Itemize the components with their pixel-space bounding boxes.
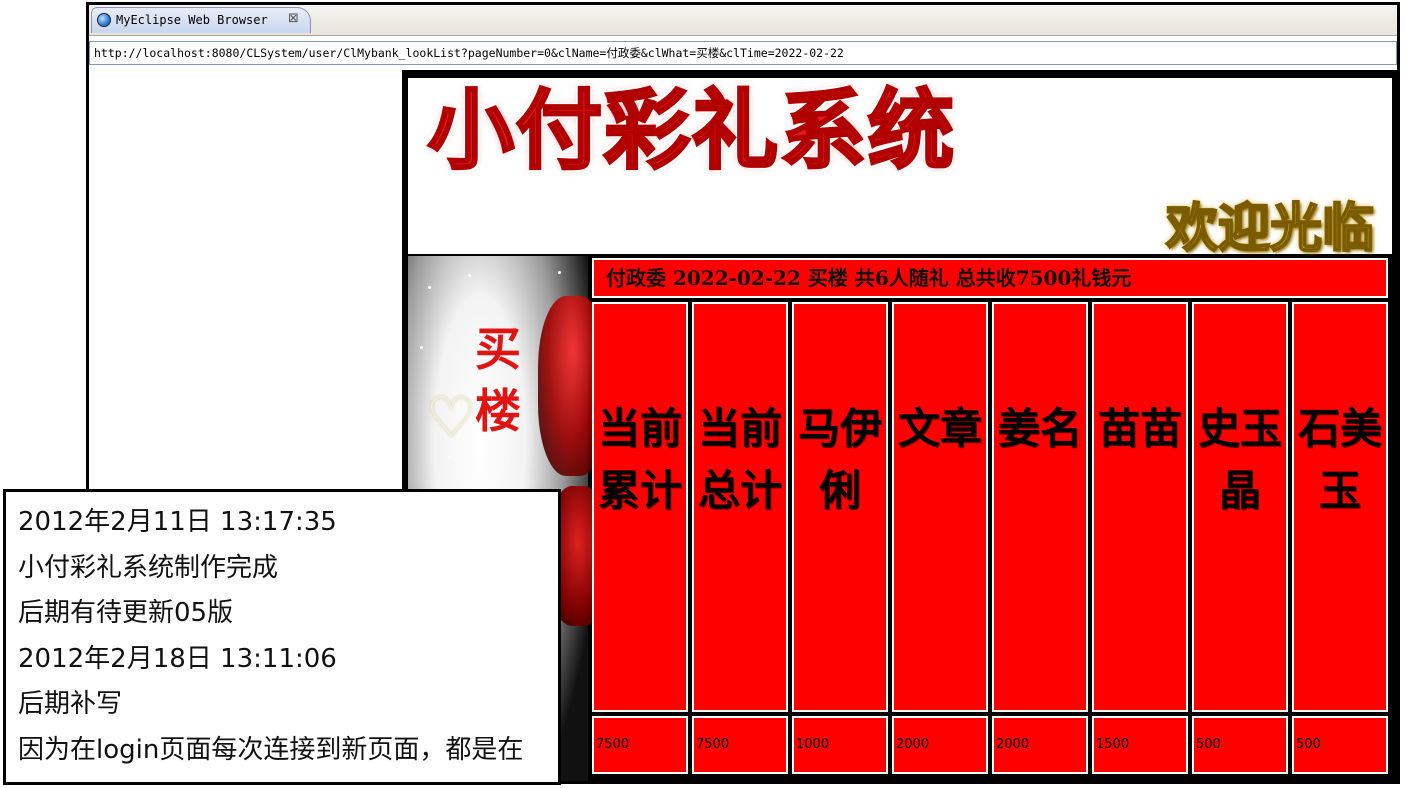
note-line: 后期有待更新05版 bbox=[18, 598, 234, 628]
name-cell: 姜名 bbox=[992, 302, 1088, 712]
gift-column: 苗苗 1500 bbox=[1092, 302, 1188, 778]
sparkle bbox=[558, 271, 561, 274]
amount-cell: 1000 bbox=[792, 716, 888, 774]
welcome-banner: 欢迎光临 bbox=[1165, 197, 1375, 260]
amount-cell: 1500 bbox=[1092, 716, 1188, 774]
browser-tab[interactable]: MyEclipse Web Browser ⊠ bbox=[91, 7, 311, 33]
page-header: 小付彩礼系统 欢迎光临 bbox=[408, 78, 1392, 260]
amount-cell: 2000 bbox=[992, 716, 1088, 774]
giver-name: 当前累计 bbox=[597, 404, 682, 515]
tab-title: MyEclipse Web Browser bbox=[116, 13, 268, 27]
summary-bar: 付政委 2022-02-22 买楼 共6人随礼 总共收7500礼钱元 bbox=[592, 258, 1388, 298]
note-line: 后期补写 bbox=[18, 689, 123, 719]
gift-column: 马伊俐 1000 bbox=[792, 302, 888, 778]
gift-column: 文章 2000 bbox=[892, 302, 988, 778]
giver-name: 史玉晶 bbox=[1197, 404, 1282, 515]
amount-cell: 500 bbox=[1192, 716, 1288, 774]
name-cell: 石美玉 bbox=[1292, 302, 1388, 712]
name-cell: 马伊俐 bbox=[792, 302, 888, 712]
tab-bar: MyEclipse Web Browser ⊠ bbox=[89, 5, 1397, 36]
globe-icon bbox=[97, 13, 111, 27]
address-bar[interactable] bbox=[89, 41, 1397, 65]
sparkle bbox=[448, 456, 451, 459]
close-tab-icon[interactable]: ⊠ bbox=[288, 11, 299, 26]
giver-name: 石美玉 bbox=[1297, 404, 1382, 515]
note-line: 2012年2月18日 13:11:06 bbox=[18, 643, 337, 674]
name-cell: 苗苗 bbox=[1092, 302, 1188, 712]
note-line: 因为在login页面每次连接到新页面，都是在 bbox=[18, 734, 524, 765]
amount-cell: 2000 bbox=[892, 716, 988, 774]
name-cell: 当前累计 bbox=[592, 302, 688, 712]
sparkle bbox=[428, 286, 431, 289]
note-line: 小付彩礼系统制作完成 bbox=[18, 552, 279, 583]
name-cell: 当前总计 bbox=[692, 302, 788, 712]
sparkle bbox=[420, 346, 423, 349]
amount-cell: 7500 bbox=[592, 716, 688, 774]
note-line: 2012年2月11日 13:17:35 bbox=[18, 507, 337, 537]
gift-column: 当前总计 7500 bbox=[692, 302, 788, 778]
gift-column: 姜名 2000 bbox=[992, 302, 1088, 778]
system-title: 小付彩礼系统 bbox=[427, 80, 956, 181]
sparkle bbox=[468, 274, 471, 277]
gift-column: 当前累计 7500 bbox=[592, 302, 688, 778]
giver-name: 文章 bbox=[897, 404, 982, 453]
amount-cell: 7500 bbox=[692, 716, 788, 774]
giver-name: 当前总计 bbox=[697, 404, 782, 515]
amount-cell: 500 bbox=[1292, 716, 1388, 774]
url-input[interactable] bbox=[90, 42, 1396, 64]
category-label: 买楼 bbox=[475, 322, 521, 438]
giver-name: 苗苗 bbox=[1097, 404, 1182, 453]
name-cell: 文章 bbox=[892, 302, 988, 712]
giver-name: 姜名 bbox=[997, 404, 1082, 453]
giver-name: 马伊俐 bbox=[797, 404, 882, 515]
notes-box: 2012年2月11日 13:17:35 小付彩礼系统制作完成 后期有待更新05版… bbox=[3, 489, 561, 785]
gift-grid: 当前累计 7500 当前总计 7500 马伊俐 1000 文章 2000 姜名 bbox=[592, 302, 1392, 778]
name-cell: 史玉晶 bbox=[1192, 302, 1288, 712]
gift-column: 史玉晶 500 bbox=[1192, 302, 1288, 778]
gift-column: 石美玉 500 bbox=[1292, 302, 1388, 778]
